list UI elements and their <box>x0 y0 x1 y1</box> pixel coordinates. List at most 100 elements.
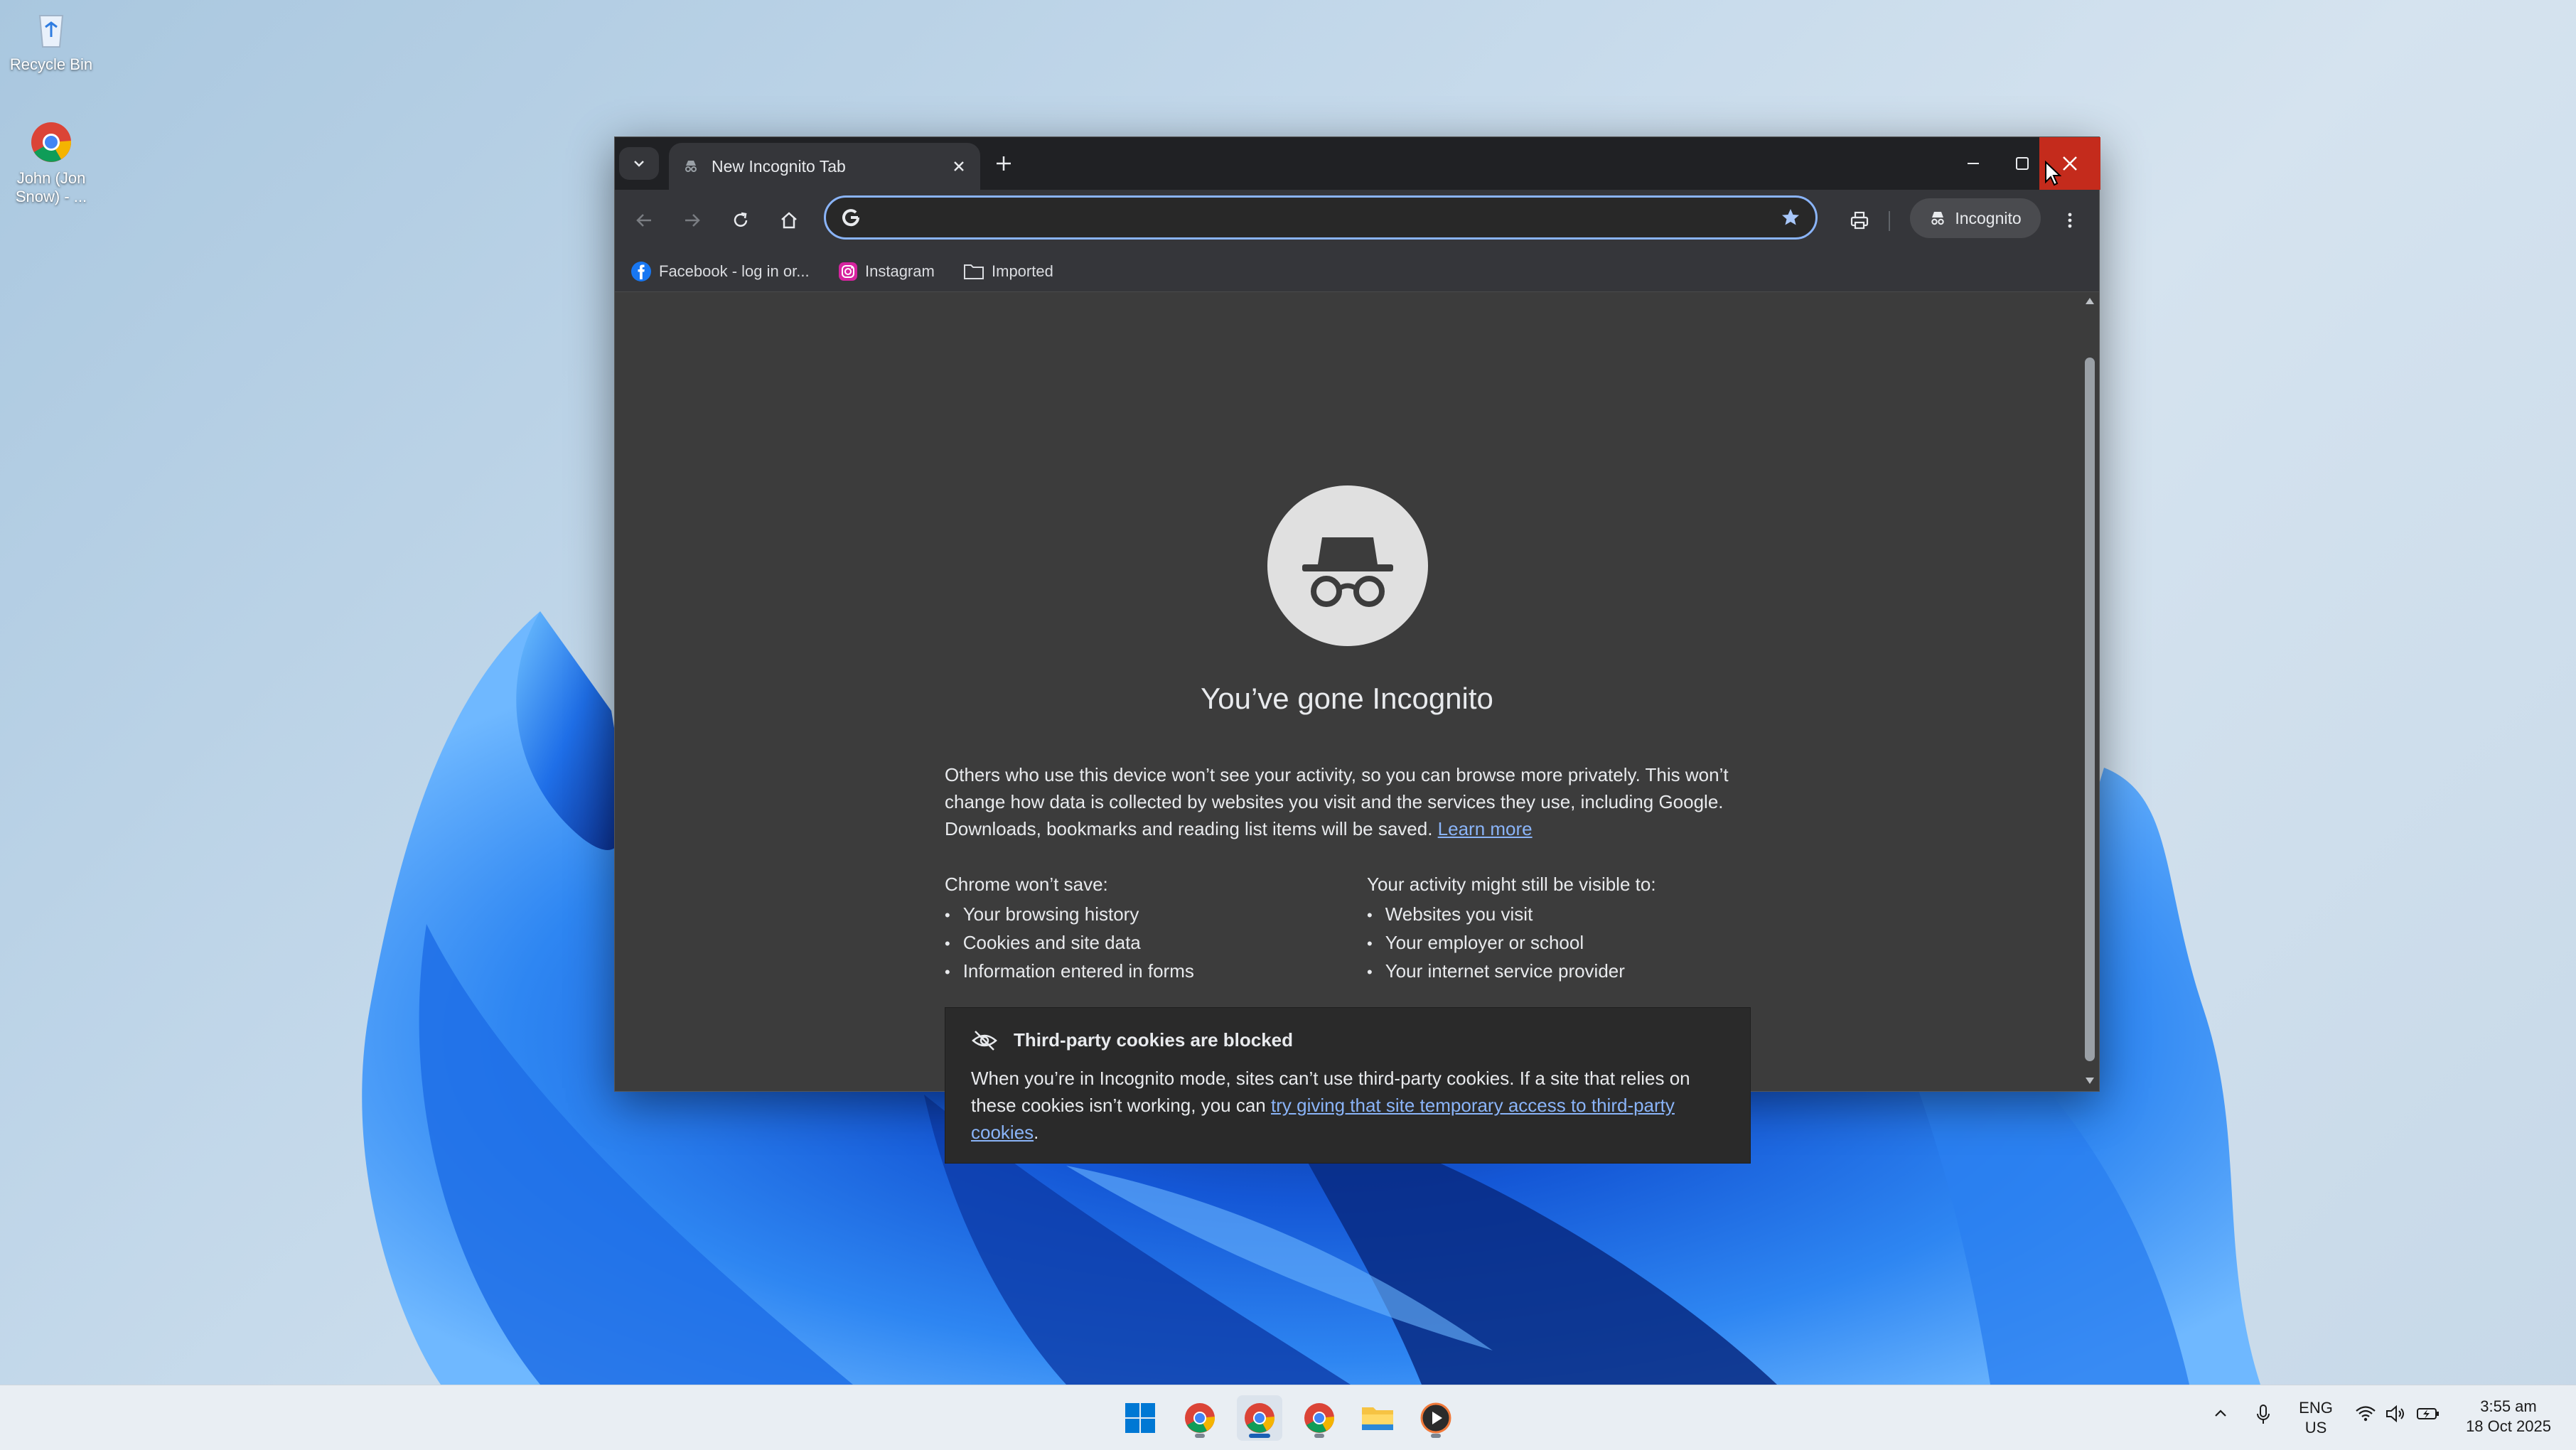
address-bar[interactable] <box>824 195 1818 240</box>
close-icon <box>2063 156 2077 171</box>
intro-paragraph: Others who use this device won’t see you… <box>945 761 1755 842</box>
back-button[interactable] <box>628 204 660 237</box>
desktop-icon-label: John (Jon Snow) - ... <box>15 169 87 205</box>
clock-time: 3:55 am <box>2480 1397 2537 1415</box>
clock-date: 18 Oct 2025 <box>2466 1417 2551 1435</box>
volume-status[interactable] <box>2383 1405 2408 1427</box>
reload-button[interactable] <box>724 204 757 237</box>
incognito-icon <box>685 161 697 172</box>
scroll-up-arrow-icon[interactable] <box>2085 296 2095 305</box>
third-party-cookies-card: Third-party cookies are blocked When you… <box>945 1007 1751 1164</box>
cookies-text: When you’re in Incognito mode, sites can… <box>971 1065 1724 1146</box>
language-indicator[interactable]: ENG US <box>2293 1398 2339 1438</box>
browser-window: New Incognito Tab Incognito Facebook - l… <box>614 136 2100 1164</box>
file-explorer-icon <box>1362 1407 1393 1430</box>
tab-strip: New Incognito Tab <box>615 137 2100 190</box>
mouse-cursor-icon <box>2045 161 2061 186</box>
wifi-icon <box>2356 1406 2376 1422</box>
google-g-icon <box>842 209 860 227</box>
menu-button[interactable] <box>2054 204 2086 237</box>
language-label: ENG <box>2299 1399 2333 1417</box>
desktop-icon-chrome-profile[interactable]: John (Jon Snow) - ... <box>1 119 101 206</box>
wont-save-list: Your browsing history Cookies and site d… <box>945 901 1194 986</box>
region-label: US <box>2304 1419 2327 1436</box>
list-item: Cookies and site data <box>945 929 1194 957</box>
visible-to-title: Your activity might still be visible to: <box>1367 874 1656 895</box>
list-item: Your employer or school <box>1367 929 1625 957</box>
cookies-title: Third-party cookies are blocked <box>1014 1029 1294 1051</box>
tab-search-button[interactable] <box>619 147 659 180</box>
learn-more-link[interactable]: Learn more <box>1438 818 1533 839</box>
arrow-right-icon <box>685 214 700 227</box>
clock[interactable]: 3:55 am 18 Oct 2025 <box>2455 1397 2562 1436</box>
maximize-icon <box>2016 157 2029 170</box>
taskbar-media-player[interactable] <box>1413 1395 1459 1441</box>
forward-button[interactable] <box>676 204 709 237</box>
list-item: Your browsing history <box>945 901 1194 929</box>
browser-toolbar: Incognito <box>615 190 2099 251</box>
bookmarks-bar: Facebook - log in or... Instagram Import… <box>615 251 2099 292</box>
print-button[interactable] <box>1843 204 1876 237</box>
microphone-button[interactable] <box>2249 1404 2277 1430</box>
incognito-label: Incognito <box>1955 208 2022 227</box>
printer-icon <box>1850 211 1869 230</box>
taskbar: ENG US 3:55 am 18 Oct 2025 <box>0 1385 2576 1450</box>
tab-title: New Incognito Tab <box>712 156 846 176</box>
tab-new-incognito[interactable]: New Incognito Tab <box>669 143 980 190</box>
bookmark-folder-imported[interactable]: Imported <box>963 259 1053 284</box>
incognito-indicator-button[interactable]: Incognito <box>1910 198 2041 238</box>
cookies-period: . <box>1034 1122 1039 1143</box>
incognito-icon <box>1931 212 1945 225</box>
home-button[interactable] <box>773 204 805 237</box>
taskbar-file-explorer[interactable] <box>1355 1395 1400 1441</box>
incognito-page: You’ve gone Incognito Others who use thi… <box>615 292 2079 1164</box>
chrome-icon <box>1185 1403 1215 1433</box>
media-player-icon <box>1420 1402 1451 1434</box>
bookmark-instagram[interactable]: Instagram <box>838 259 935 284</box>
intro-text: Others who use this device won’t see you… <box>945 764 1729 839</box>
taskbar-chrome-3[interactable] <box>1297 1395 1342 1441</box>
wont-save-title: Chrome won’t save: <box>945 874 1108 895</box>
chrome-profile-icon <box>28 119 74 165</box>
facebook-icon <box>631 262 651 281</box>
page-scrollbar[interactable] <box>2081 292 2099 1091</box>
chevron-up-icon <box>2215 1409 2226 1417</box>
new-tab-button[interactable] <box>987 147 1020 180</box>
bookmark-label: Facebook - log in or... <box>659 262 810 280</box>
start-button[interactable] <box>1117 1395 1163 1441</box>
instagram-icon <box>839 262 857 281</box>
visible-to-list: Websites you visit Your employer or scho… <box>1367 901 1625 986</box>
taskbar-chrome-2[interactable] <box>1237 1395 1282 1441</box>
speaker-icon <box>2386 1405 2404 1423</box>
taskbar-chrome-1[interactable] <box>1177 1395 1223 1441</box>
show-hidden-icons-button[interactable] <box>2208 1405 2233 1427</box>
minimize-icon <box>1968 163 1979 164</box>
battery-status[interactable] <box>2414 1405 2442 1427</box>
windows-start-icon <box>1125 1403 1155 1433</box>
list-item: Information entered in forms <box>945 957 1194 986</box>
running-indicator <box>1431 1434 1441 1438</box>
address-input[interactable] <box>871 206 1780 229</box>
maximize-button[interactable] <box>2005 137 2040 190</box>
kebab-menu-icon <box>2068 213 2072 228</box>
scroll-down-arrow-icon[interactable] <box>2085 1077 2095 1085</box>
close-tab-icon[interactable] <box>952 159 966 173</box>
scrollbar-thumb[interactable] <box>2085 358 2095 1061</box>
star-icon[interactable] <box>1780 207 1801 228</box>
running-indicator <box>1195 1434 1205 1438</box>
wifi-status[interactable] <box>2353 1405 2378 1427</box>
list-item: Your internet service provider <box>1367 957 1625 986</box>
toolbar-divider <box>1889 211 1890 231</box>
eye-off-icon <box>972 1031 997 1051</box>
desktop-icon-label: Recycle Bin <box>9 55 93 73</box>
home-icon <box>781 212 797 229</box>
running-indicator <box>1314 1434 1324 1438</box>
reload-icon <box>734 212 748 227</box>
battery-charging-icon <box>2417 1408 2439 1419</box>
desktop-icon-recycle-bin[interactable]: Recycle Bin <box>1 6 101 74</box>
minimize-button[interactable] <box>1943 137 2004 190</box>
bookmark-facebook[interactable]: Facebook - log in or... <box>630 259 810 284</box>
folder-icon <box>964 264 984 279</box>
bookmark-label: Instagram <box>865 262 935 280</box>
microphone-icon <box>2257 1405 2270 1424</box>
